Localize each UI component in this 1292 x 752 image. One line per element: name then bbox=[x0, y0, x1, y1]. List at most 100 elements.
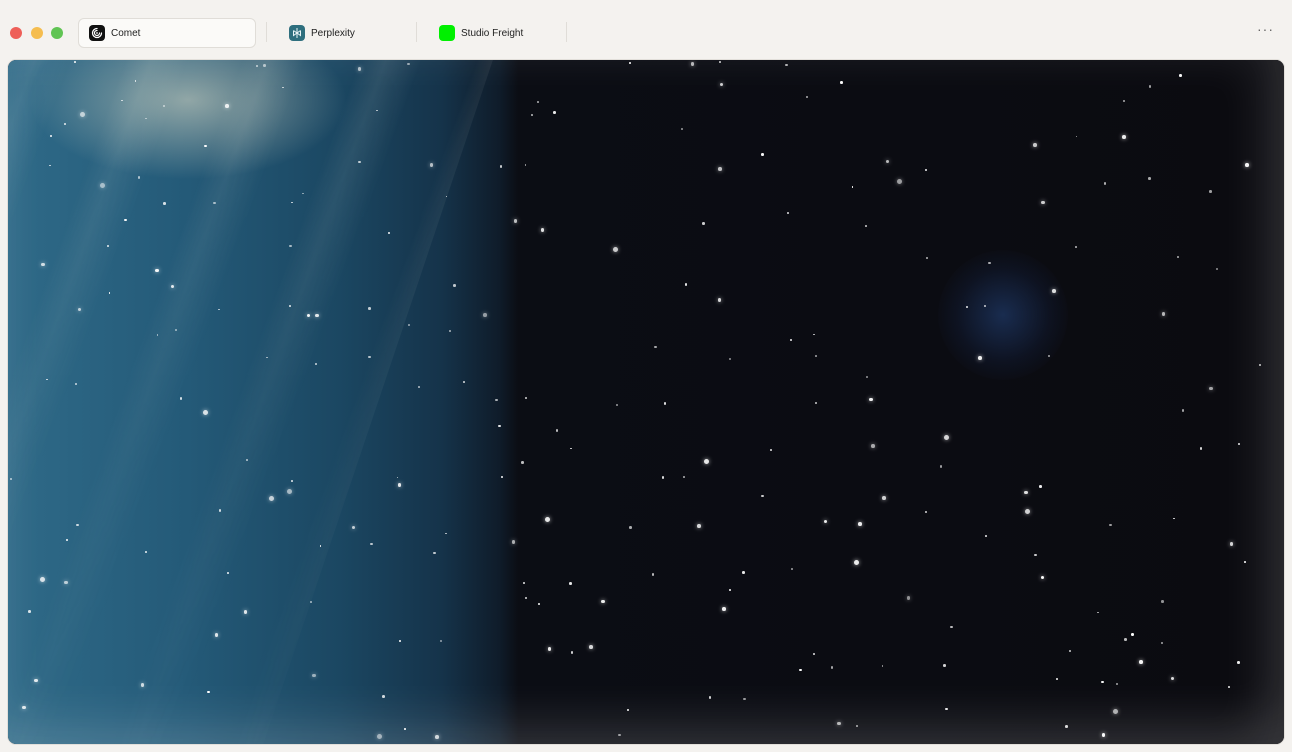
star bbox=[398, 640, 401, 643]
star bbox=[513, 219, 518, 223]
star bbox=[547, 647, 552, 651]
star bbox=[1148, 85, 1152, 88]
star bbox=[463, 380, 466, 383]
star bbox=[45, 378, 48, 381]
star bbox=[100, 182, 106, 188]
star bbox=[49, 134, 53, 138]
star bbox=[281, 86, 284, 89]
star bbox=[524, 596, 528, 600]
star bbox=[291, 480, 294, 483]
star bbox=[851, 186, 854, 188]
star bbox=[1075, 245, 1077, 248]
star bbox=[10, 478, 12, 480]
star bbox=[289, 304, 292, 307]
star bbox=[500, 475, 504, 479]
star bbox=[531, 113, 534, 116]
star bbox=[1103, 182, 1107, 185]
star bbox=[1229, 542, 1234, 546]
star bbox=[570, 447, 573, 450]
star bbox=[1181, 409, 1185, 412]
star bbox=[75, 382, 78, 385]
star bbox=[728, 589, 731, 592]
star bbox=[761, 494, 764, 498]
more-options-icon[interactable]: ··· bbox=[1257, 22, 1274, 36]
star bbox=[618, 733, 621, 737]
star bbox=[1209, 190, 1212, 193]
star bbox=[1112, 708, 1118, 714]
star bbox=[319, 545, 322, 548]
web-content[interactable] bbox=[8, 60, 1284, 744]
star bbox=[703, 458, 709, 464]
star bbox=[1109, 523, 1112, 527]
star bbox=[702, 222, 705, 225]
star bbox=[885, 159, 890, 164]
star bbox=[382, 695, 385, 698]
star bbox=[396, 476, 399, 479]
tab-divider bbox=[566, 22, 567, 42]
tab-comet[interactable]: Comet bbox=[78, 18, 256, 48]
star bbox=[882, 496, 886, 500]
star bbox=[1115, 682, 1119, 686]
perplexity-icon bbox=[289, 25, 305, 41]
star bbox=[124, 218, 127, 222]
star bbox=[1075, 135, 1078, 138]
star bbox=[407, 62, 410, 66]
star bbox=[1065, 725, 1068, 728]
star bbox=[728, 357, 732, 361]
star bbox=[483, 313, 487, 317]
star bbox=[858, 522, 862, 526]
star bbox=[680, 128, 683, 131]
star bbox=[1245, 163, 1249, 167]
close-window-button[interactable] bbox=[10, 27, 22, 39]
star bbox=[540, 228, 545, 232]
star bbox=[1177, 256, 1180, 258]
zoom-window-button[interactable] bbox=[51, 27, 63, 39]
star bbox=[418, 386, 421, 388]
star bbox=[34, 678, 38, 683]
star bbox=[1122, 135, 1126, 139]
star bbox=[1069, 650, 1071, 653]
star bbox=[601, 599, 605, 603]
star bbox=[865, 224, 867, 227]
star bbox=[939, 465, 943, 468]
star bbox=[1161, 600, 1164, 603]
star bbox=[140, 683, 145, 687]
star bbox=[246, 459, 248, 462]
star bbox=[805, 95, 809, 99]
tab-perplexity[interactable]: Perplexity bbox=[279, 18, 409, 48]
minimize-window-button[interactable] bbox=[31, 27, 43, 39]
star bbox=[227, 572, 230, 574]
star bbox=[786, 212, 789, 215]
comet-icon bbox=[89, 25, 105, 41]
star bbox=[225, 104, 229, 108]
star bbox=[256, 64, 259, 67]
star bbox=[814, 355, 817, 358]
star bbox=[107, 244, 109, 247]
star bbox=[978, 356, 982, 360]
star bbox=[896, 178, 902, 184]
star bbox=[268, 495, 274, 501]
star bbox=[853, 559, 859, 565]
star bbox=[243, 610, 248, 614]
star bbox=[661, 476, 665, 479]
star bbox=[926, 257, 928, 260]
browser-window: Comet Perplexity Studio Freight ··· bbox=[0, 0, 1292, 752]
star bbox=[1199, 447, 1203, 450]
star bbox=[663, 402, 667, 405]
star bbox=[1047, 354, 1051, 358]
star bbox=[175, 329, 178, 332]
star bbox=[218, 308, 220, 311]
star bbox=[1238, 443, 1241, 446]
star bbox=[570, 651, 574, 654]
tab-studio-freight[interactable]: Studio Freight bbox=[429, 18, 559, 48]
star bbox=[134, 80, 137, 83]
star bbox=[121, 99, 124, 102]
star bbox=[495, 398, 498, 402]
star bbox=[155, 268, 159, 273]
star bbox=[943, 664, 946, 667]
star bbox=[290, 201, 293, 204]
star bbox=[719, 82, 724, 87]
star bbox=[569, 582, 572, 585]
star bbox=[684, 283, 688, 286]
star bbox=[536, 101, 539, 104]
